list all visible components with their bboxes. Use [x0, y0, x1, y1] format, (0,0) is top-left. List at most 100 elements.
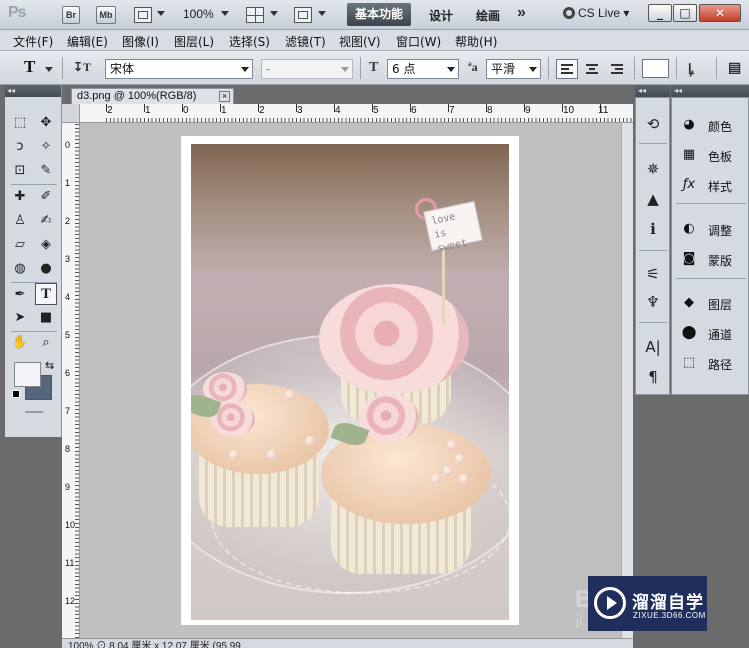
workspace-design-button[interactable]: 设计 — [429, 7, 453, 24]
eyedropper-tool-icon[interactable]: ✎ — [35, 160, 57, 182]
workspace-painting-button[interactable]: 绘画 — [476, 7, 500, 24]
font-style-select[interactable]: - — [261, 59, 353, 79]
navigator-icon[interactable]: ✵ — [644, 160, 662, 178]
minimize-icon: _ — [657, 6, 663, 20]
move-tool-icon[interactable]: ✥ — [35, 112, 57, 134]
tool-preset-picker[interactable]: T — [24, 57, 35, 77]
ruler-label: 2 — [65, 216, 71, 226]
maximize-button[interactable]: □ — [673, 4, 697, 22]
clone-source-icon[interactable]: ♆ — [644, 293, 662, 311]
close-icon: ✕ — [714, 6, 726, 20]
antialias-select[interactable]: 平滑 — [486, 59, 541, 79]
text-orientation-icon[interactable]: ↧T — [73, 60, 91, 75]
path-select-tool-icon[interactable]: ➤ — [9, 307, 31, 329]
panel-masks[interactable]: ◙ 蒙版 — [678, 249, 748, 271]
menu-select[interactable]: 选择(S) — [229, 33, 270, 50]
more-workspaces-icon[interactable]: » — [517, 4, 526, 22]
warp-text-icon[interactable]: ꝲ — [688, 60, 694, 79]
history-brush-tool-icon[interactable]: ✍ — [35, 210, 57, 232]
palette-icon: ◕ — [683, 117, 695, 132]
font-size-select[interactable]: 6 点 — [387, 59, 459, 79]
marquee-tool-icon[interactable]: ⬚ — [9, 112, 31, 134]
brush-tool-icon[interactable]: ✐ — [35, 186, 57, 208]
arrange-dropdown-icon[interactable] — [270, 11, 278, 16]
view-extras-dropdown-icon[interactable] — [157, 11, 165, 16]
stamp-tool-icon[interactable]: ♙ — [9, 210, 31, 232]
screen-mode-dropdown-icon[interactable] — [318, 11, 326, 16]
tool-preset-dropdown-icon[interactable] — [45, 67, 53, 72]
menu-image[interactable]: 图像(I) — [122, 33, 159, 50]
align-center-button[interactable] — [581, 59, 603, 79]
menu-edit[interactable]: 编辑(E) — [67, 33, 108, 50]
menu-help[interactable]: 帮助(H) — [455, 33, 497, 50]
shape-tool-icon[interactable]: ■ — [35, 307, 57, 329]
panel-paths[interactable]: ⬚ 路径 — [678, 353, 748, 375]
text-color-swatch[interactable] — [642, 59, 669, 78]
close-button[interactable]: ✕ — [699, 4, 741, 22]
dodge-tool-icon[interactable]: ● — [35, 258, 57, 280]
ruler-label: 1 — [65, 178, 71, 188]
panel-dock-collapse[interactable]: ◂◂ — [671, 85, 749, 97]
menu-layer[interactable]: 图层(L) — [174, 33, 214, 50]
ruler-origin[interactable] — [62, 104, 80, 123]
ruler-label: 6 — [65, 368, 71, 378]
pen-tool-icon[interactable]: ✒ — [9, 284, 31, 306]
paint-bucket-tool-icon[interactable]: ◈ — [35, 234, 57, 256]
vertical-scrollbar[interactable] — [621, 123, 633, 638]
workspace-essentials-button[interactable]: 基本功能 — [347, 3, 411, 26]
panel-styles[interactable]: ƒx 样式 — [678, 175, 748, 197]
zoom-level[interactable]: 100% — [183, 7, 214, 21]
font-style-value: - — [266, 62, 271, 76]
font-family-select[interactable]: 宋体 — [105, 59, 253, 79]
cs-live-button[interactable]: CS Live ▾ — [563, 6, 629, 20]
zoom-tool-icon[interactable]: ⌕ — [35, 332, 57, 354]
menu-view[interactable]: 视图(V) — [339, 33, 381, 50]
menu-filter[interactable]: 滤镜(T) — [285, 33, 326, 50]
panel-strip-collapse[interactable]: ◂◂ — [635, 85, 670, 97]
document-canvas[interactable]: love is sweet — [80, 123, 621, 638]
panel-adjustments[interactable]: ◐ 调整 — [678, 219, 748, 241]
histogram-icon[interactable]: ▲ — [644, 190, 662, 208]
history-icon[interactable]: ⟲ — [644, 115, 662, 133]
align-right-button[interactable] — [606, 59, 628, 79]
zoom-dropdown-icon[interactable] — [221, 11, 229, 16]
type-tool-icon[interactable]: T — [35, 283, 57, 305]
horizontal-ruler[interactable]: 2 1 0 1 2 3 4 5 6 7 8 9 10 11 — [80, 104, 633, 123]
image-canvas[interactable]: love is sweet — [181, 136, 519, 625]
panel-layers[interactable]: ◆ 图层 — [678, 293, 748, 315]
align-left-button[interactable] — [556, 59, 578, 79]
brush-preset-icon[interactable]: ⚟ — [644, 265, 662, 283]
document-tab[interactable]: d3.png @ 100%(RGB/8) × — [71, 88, 234, 104]
menu-file[interactable]: 文件(F) — [13, 33, 53, 50]
bridge-button[interactable]: Br — [62, 6, 80, 24]
minimize-button[interactable]: _ — [648, 4, 672, 22]
quick-select-tool-icon[interactable]: ✧ — [35, 136, 57, 158]
tools-panel-collapse[interactable]: ◂◂ — [5, 85, 61, 97]
arrange-documents-icon[interactable] — [246, 7, 264, 23]
vertical-ruler[interactable]: 0 1 2 3 4 5 6 7 8 9 10 11 12 — [62, 123, 80, 638]
masks-icon: ◙ — [682, 251, 696, 266]
close-icon[interactable]: × — [219, 91, 230, 102]
swap-colors-icon[interactable]: ⇆ — [45, 359, 54, 372]
character-panel-toggle-icon[interactable]: ▤ — [728, 60, 741, 77]
paragraph-icon[interactable]: ¶ — [644, 368, 662, 386]
view-extras-icon[interactable] — [134, 7, 152, 23]
quick-mask-button[interactable] — [25, 411, 43, 413]
ruler-label: 11 — [65, 558, 75, 568]
panel-color[interactable]: ◕ 颜色 — [678, 115, 748, 137]
mini-bridge-button[interactable]: Mb — [96, 6, 116, 24]
crop-tool-icon[interactable]: ⊡ — [9, 160, 31, 182]
lasso-tool-icon[interactable]: ↄ — [9, 136, 31, 158]
blur-tool-icon[interactable]: ◍ — [9, 258, 31, 280]
foreground-color-swatch[interactable] — [14, 362, 41, 387]
panel-swatches[interactable]: ▦ 色板 — [678, 145, 748, 167]
info-icon[interactable]: ℹ — [644, 220, 662, 238]
screen-mode-icon[interactable] — [294, 7, 312, 23]
eraser-tool-icon[interactable]: ▱ — [9, 234, 31, 256]
menu-window[interactable]: 窗口(W) — [396, 33, 441, 50]
character-icon[interactable]: A| — [644, 338, 662, 356]
hand-tool-icon[interactable]: ✋ — [9, 332, 31, 354]
healing-tool-icon[interactable]: ✚ — [9, 186, 31, 208]
default-colors-icon[interactable] — [12, 390, 20, 398]
panel-channels[interactable]: ⬤ 通道 — [678, 323, 748, 345]
